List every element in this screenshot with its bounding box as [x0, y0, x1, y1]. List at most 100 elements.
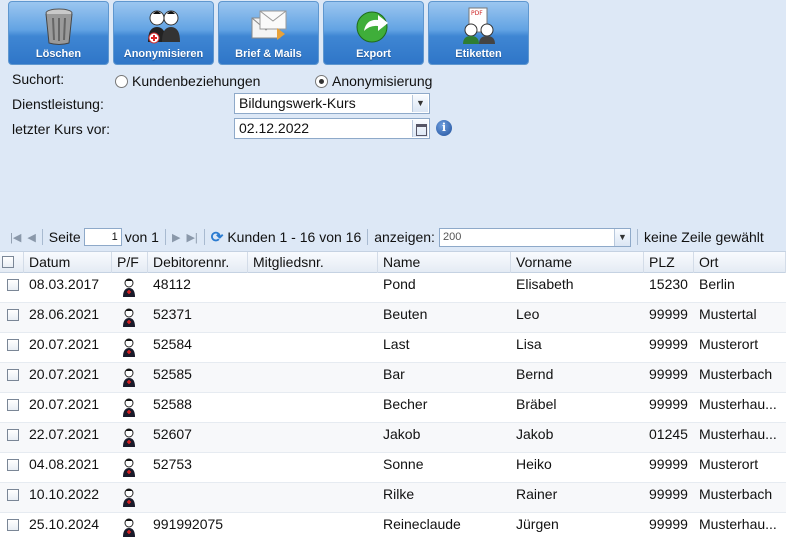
prev-page-icon[interactable]: ◀	[27, 231, 35, 244]
row-checkbox[interactable]	[7, 399, 19, 411]
page-size-select[interactable]: 200 ▼	[438, 227, 631, 247]
column-header-ort[interactable]: Ort	[694, 252, 786, 273]
radio-anonymisierung[interactable]: Anonymisierung	[315, 73, 432, 89]
chevron-down-icon[interactable]: ▼	[412, 95, 428, 112]
radio-circle-selected[interactable]	[315, 74, 328, 88]
table-row[interactable]: 20.07.2021 52585 Bar Bernd 99999 Musterb…	[0, 363, 786, 393]
table-row[interactable]: 20.07.2021 52584 Last Lisa 99999 Mustero…	[0, 333, 786, 363]
paging-toolbar: |◀ ◀ Seite 1 von 1 ▶ ▶| ⟳ Kunden 1 - 16 …	[0, 225, 786, 249]
suchort-label: Suchort:	[12, 71, 65, 87]
cell-mitgliedsnr	[248, 333, 378, 362]
cell-plz: 99999	[649, 336, 688, 352]
delete-button-label: Löschen	[35, 48, 82, 60]
cell-datum: 28.06.2021	[29, 306, 100, 322]
table-row[interactable]: 25.10.2024 991992075 Reineclaude Jürgen …	[0, 513, 786, 541]
cell-name: Sonne	[383, 456, 424, 472]
next-page-icon[interactable]: ▶	[172, 231, 180, 244]
last-page-icon[interactable]: ▶|	[186, 231, 197, 244]
column-header-pf[interactable]: P/F	[112, 252, 148, 273]
cell-debitorennr	[148, 483, 248, 512]
chevron-down-icon[interactable]: ▼	[613, 228, 630, 246]
column-header-datum[interactable]: Datum	[24, 252, 112, 273]
row-checkbox[interactable]	[7, 459, 19, 471]
row-checkbox[interactable]	[7, 519, 19, 531]
letters-mail-icon	[251, 10, 286, 40]
table-row[interactable]: 10.10.2022 Rilke Rainer 99999 Musterbach	[0, 483, 786, 513]
separator	[41, 229, 43, 245]
cell-vorname: Lisa	[516, 336, 542, 352]
cell-name: Beuten	[383, 306, 428, 322]
column-header-vorname[interactable]: Vorname	[511, 252, 644, 273]
cell-datum: 22.07.2021	[29, 426, 100, 442]
export-arrow-icon	[356, 11, 388, 43]
show-label: anzeigen:	[374, 229, 435, 245]
cell-plz: 01245	[649, 426, 688, 442]
row-checkbox[interactable]	[7, 309, 19, 321]
table-row[interactable]: 04.08.2021 52753 Sonne Heiko 99999 Muste…	[0, 453, 786, 483]
trash-icon	[45, 8, 72, 45]
select-all-cell[interactable]	[0, 252, 24, 273]
labels-button-label: Etiketten	[455, 48, 502, 60]
cell-debitorennr: 52371	[153, 306, 192, 322]
labels-button[interactable]: PDF Etiketten	[428, 1, 529, 65]
column-header-debitorennr[interactable]: Debitorennr.	[148, 252, 248, 273]
separator	[367, 229, 369, 245]
person-icon	[123, 338, 135, 357]
cell-plz: 99999	[649, 516, 688, 532]
select-all-checkbox[interactable]	[2, 256, 14, 268]
letters-mails-button[interactable]: Brief & Mails	[218, 1, 319, 65]
person-icon	[123, 458, 135, 477]
cell-datum: 08.03.2017	[29, 276, 100, 292]
cell-datum: 20.07.2021	[29, 366, 100, 382]
cell-name: Reineclaude	[383, 516, 461, 532]
row-checkbox[interactable]	[7, 369, 19, 381]
person-icon	[123, 308, 135, 327]
first-page-icon[interactable]: |◀	[10, 231, 21, 244]
table-row[interactable]: 22.07.2021 52607 Jakob Jakob 01245 Muste…	[0, 423, 786, 453]
anonymize-button-label: Anonymisieren	[123, 48, 204, 60]
cell-datum: 25.10.2024	[29, 516, 100, 532]
cell-ort: Musterort	[699, 336, 759, 352]
selection-text: keine Zeile gewählt	[643, 229, 764, 245]
cell-vorname: Bräbel	[516, 396, 557, 412]
cell-vorname: Elisabeth	[516, 276, 574, 292]
row-checkbox[interactable]	[7, 489, 19, 501]
anonymize-button[interactable]: Anonymisieren	[113, 1, 214, 65]
delete-button[interactable]: Löschen	[8, 1, 109, 65]
cell-mitgliedsnr	[248, 483, 378, 512]
cell-plz: 15230	[649, 276, 688, 292]
cell-ort: Musterhau...	[699, 396, 777, 412]
radio-circle[interactable]	[115, 74, 128, 88]
toolbar: Löschen Anonymisieren Brief & Mails Expo…	[8, 1, 529, 65]
cell-debitorennr: 48112	[153, 276, 191, 292]
page-number-input[interactable]: 1	[83, 228, 122, 246]
column-header-mitgliedsnr[interactable]: Mitgliedsnr.	[248, 252, 378, 273]
refresh-icon[interactable]: ⟳	[211, 228, 224, 246]
row-checkbox[interactable]	[7, 339, 19, 351]
table-row[interactable]: 20.07.2021 52588 Becher Bräbel 99999 Mus…	[0, 393, 786, 423]
separator	[203, 229, 205, 245]
calendar-icon[interactable]	[412, 120, 428, 137]
column-header-name[interactable]: Name	[378, 252, 511, 273]
cell-ort: Musterbach	[699, 366, 773, 382]
pdf-labels-icon: PDF	[462, 7, 495, 44]
page-of-label: von 1	[124, 229, 159, 245]
cell-name: Rilke	[383, 486, 415, 502]
info-icon[interactable]: i	[436, 120, 452, 136]
row-checkbox[interactable]	[7, 279, 19, 291]
person-icon	[123, 368, 135, 387]
cell-mitgliedsnr	[248, 513, 378, 541]
export-button[interactable]: Export	[323, 1, 424, 65]
dienstleistung-select[interactable]: Bildungswerk-Kurs ▼	[234, 93, 430, 114]
search-form: Suchort: Kundenbeziehungen Anonymisierun…	[0, 66, 786, 146]
column-header-plz[interactable]: PLZ	[644, 252, 694, 273]
cell-debitorennr: 52607	[153, 426, 192, 442]
table-row[interactable]: 28.06.2021 52371 Beuten Leo 99999 Muster…	[0, 303, 786, 333]
person-icon	[123, 518, 135, 537]
cell-debitorennr: 52588	[153, 396, 192, 412]
letters-mails-button-label: Brief & Mails	[235, 48, 302, 60]
radio-kundenbeziehungen[interactable]: Kundenbeziehungen	[115, 73, 260, 89]
letzter-kurs-date-field[interactable]: 02.12.2022	[234, 118, 430, 139]
table-row[interactable]: 08.03.2017 48112 Pond Elisabeth 15230 Be…	[0, 273, 786, 303]
row-checkbox[interactable]	[7, 429, 19, 441]
